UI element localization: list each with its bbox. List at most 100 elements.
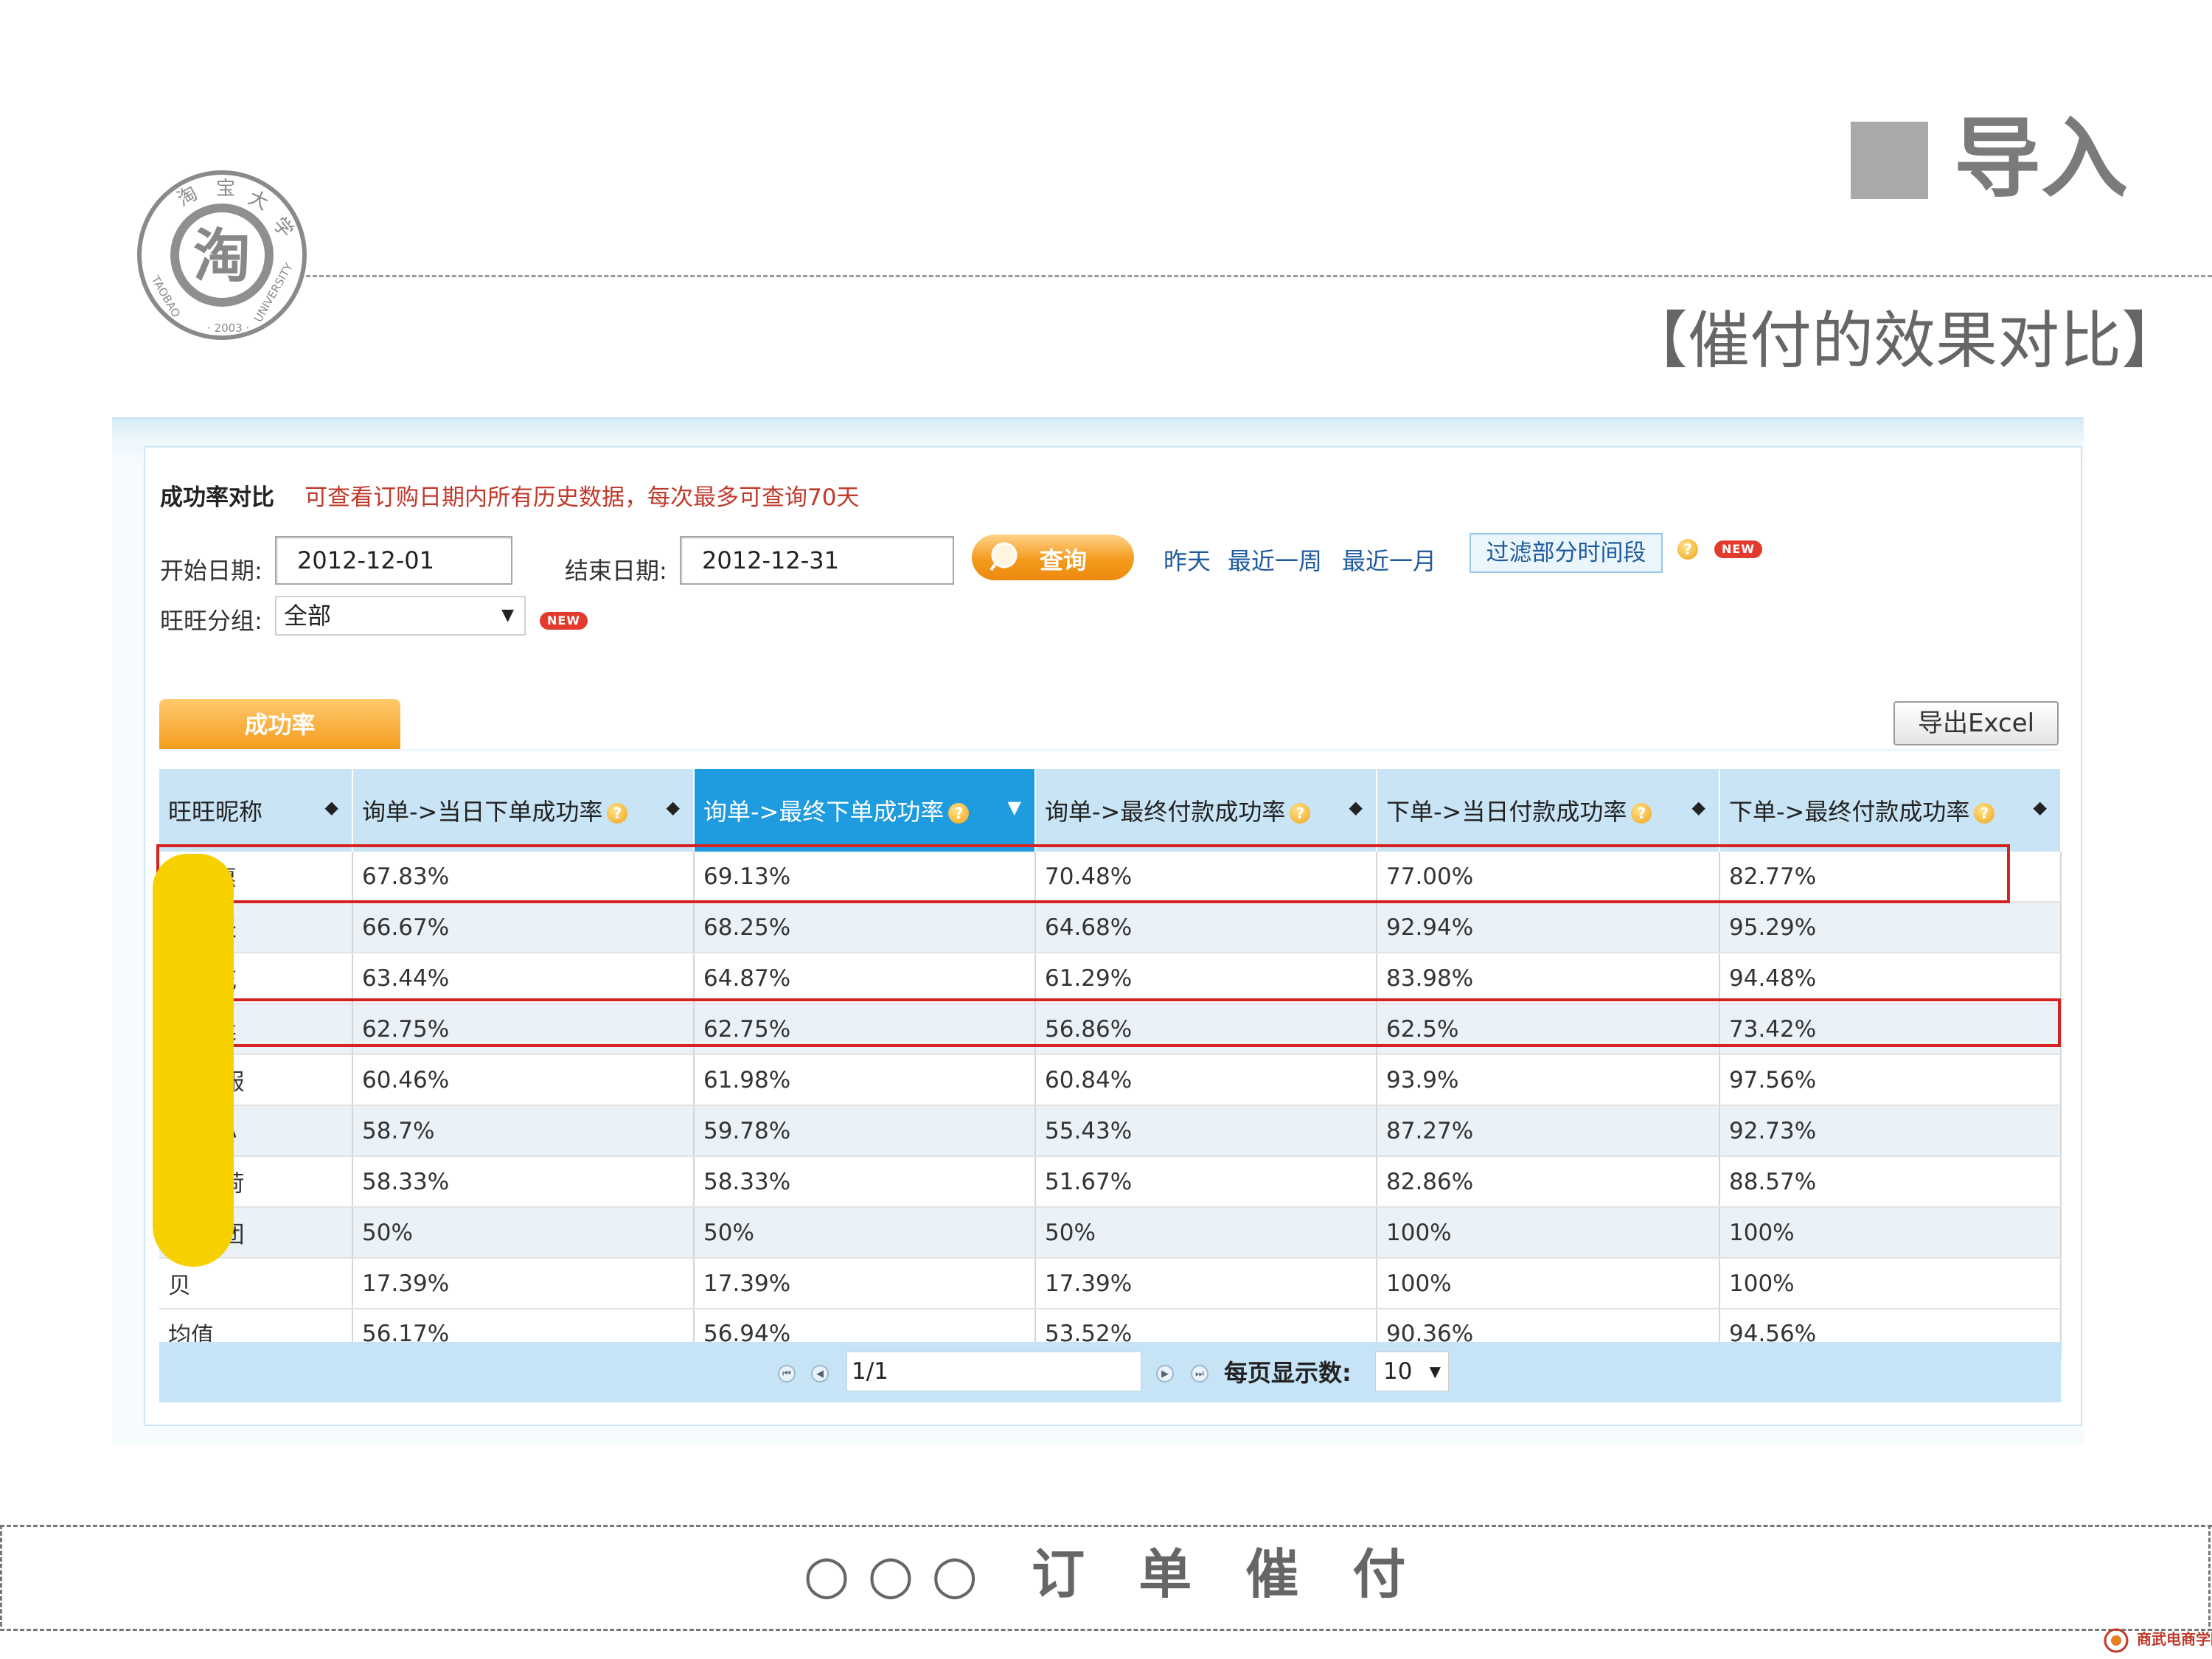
rate-cell: 17.39% bbox=[694, 1258, 1036, 1310]
rate-cell: 50% bbox=[352, 1207, 695, 1259]
rate-cell: 55.43% bbox=[1035, 1105, 1377, 1157]
rate-cell: 64.68% bbox=[1035, 902, 1377, 953]
rate-cell: 50% bbox=[694, 1207, 1036, 1259]
table-header-row: 旺旺昵称 ◆ 询单->当日下单成功率? ◆ 询单->最终下单成功率? ▼ 询单->最终… bbox=[159, 769, 2062, 852]
rate-cell: 64.87% bbox=[694, 953, 1036, 1004]
column-header[interactable]: 下单->最终付款成功率? ◆ bbox=[1719, 769, 2062, 852]
corner-logo-text: 商武电商学院 bbox=[2137, 1630, 2212, 1648]
per-page-value: 10 bbox=[1383, 1358, 1413, 1385]
rate-cell: 100% bbox=[1719, 1258, 2062, 1310]
help-icon[interactable]: ? bbox=[1290, 803, 1311, 824]
rate-cell: 88.57% bbox=[1719, 1156, 2062, 1208]
rate-cell: 100% bbox=[1719, 1207, 2062, 1259]
table-row: 贝:雨荷58.33%58.33%51.67%82.86%88.57% bbox=[159, 1156, 2062, 1208]
footer-border-left bbox=[0, 1525, 2, 1627]
wangwang-group-label: 旺旺分组: bbox=[160, 607, 262, 635]
panel-heading: 成功率对比 bbox=[160, 484, 274, 511]
export-excel-button[interactable]: 导出Excel bbox=[1893, 701, 2059, 745]
table-row: 贝:团团50%50%50%100%100% bbox=[159, 1207, 2062, 1259]
quick-link-last-week[interactable]: 最近一周 bbox=[1228, 546, 1322, 576]
sort-icon[interactable]: ◆ bbox=[1349, 797, 1363, 818]
rate-cell: 68.25% bbox=[694, 902, 1036, 953]
highlight-box-row-1 bbox=[156, 844, 2010, 903]
prev-page-icon[interactable]: ◀ bbox=[811, 1365, 829, 1382]
help-icon[interactable]: ? bbox=[1974, 803, 1995, 824]
sort-icon[interactable]: ◆ bbox=[325, 797, 338, 818]
rate-cell: 17.39% bbox=[1035, 1258, 1377, 1310]
university-logo-seal: 淘 淘 宝 大 学 TAOBAO · 2003 · UNIVERSITY bbox=[137, 170, 307, 340]
search-button[interactable]: 查询 bbox=[972, 535, 1134, 580]
column-header-active[interactable]: 询单->最终下单成功率? ▼ bbox=[694, 769, 1036, 852]
rate-cell: 100% bbox=[1377, 1207, 1720, 1259]
rate-cell: 60.46% bbox=[352, 1054, 695, 1106]
table-row: 贝 17.39% 17.39% 17.39% 100% 100% bbox=[159, 1258, 2062, 1310]
column-header[interactable]: 询单->最终付款成功率? ◆ bbox=[1035, 769, 1377, 852]
rate-cell: 97.56% bbox=[1719, 1054, 2062, 1106]
end-date-label: 结束日期: bbox=[565, 557, 667, 585]
column-header[interactable]: 下单->当日付款成功率? ◆ bbox=[1377, 769, 1720, 852]
first-page-icon[interactable]: ⏮ bbox=[778, 1365, 796, 1382]
quick-link-yesterday[interactable]: 昨天 bbox=[1164, 546, 1211, 576]
column-header[interactable]: 询单->当日下单成功率? ◆ bbox=[352, 769, 695, 852]
filter-time-range-button[interactable]: 过滤部分时间段 bbox=[1470, 533, 1663, 573]
sort-icon[interactable]: ◆ bbox=[667, 797, 680, 818]
column-header[interactable]: 旺旺昵称 ◆ bbox=[159, 769, 353, 852]
help-icon[interactable]: ? bbox=[948, 803, 970, 824]
page-number-input[interactable]: 1/1 bbox=[846, 1352, 1141, 1391]
end-date-input[interactable]: 2012-12-31 bbox=[680, 536, 954, 585]
svg-text:淘: 淘 bbox=[193, 223, 251, 290]
rate-cell: 93.9% bbox=[1377, 1054, 1720, 1106]
rate-cell: 17.39% bbox=[352, 1258, 695, 1310]
rate-cell: 58.33% bbox=[352, 1156, 695, 1208]
start-date-input[interactable]: 2012-12-01 bbox=[275, 536, 512, 585]
sort-desc-icon[interactable]: ▼ bbox=[1008, 797, 1021, 818]
help-icon[interactable]: ? bbox=[607, 803, 628, 824]
redaction-mark bbox=[153, 854, 234, 1267]
tab-underline bbox=[159, 749, 2060, 751]
help-icon[interactable]: ? bbox=[1631, 803, 1652, 824]
footer-title: ○○○ 订 单 催 付 bbox=[803, 1543, 1424, 1605]
last-page-icon[interactable]: ⏭ bbox=[1191, 1365, 1208, 1382]
title-square-marker bbox=[1851, 122, 1928, 199]
wangwang-group-select[interactable]: 全部 ▼ bbox=[275, 596, 526, 636]
svg-text:大: 大 bbox=[245, 187, 271, 215]
sort-icon[interactable]: ◆ bbox=[1692, 797, 1705, 818]
help-icon[interactable]: ? bbox=[1677, 539, 1698, 560]
panel-notice: 可查看订购日期内所有历史数据，每次最多可查询70天 bbox=[305, 484, 860, 511]
rate-cell: 94.48% bbox=[1719, 953, 2062, 1004]
start-date-label: 开始日期: bbox=[160, 557, 262, 585]
new-badge-group: NEW bbox=[540, 612, 588, 630]
rate-cell: 83.98% bbox=[1377, 953, 1720, 1004]
rate-cell: 58.33% bbox=[694, 1156, 1036, 1208]
quick-link-last-month[interactable]: 最近一月 bbox=[1342, 546, 1436, 576]
header-divider bbox=[306, 275, 2212, 277]
slide-subtitle: 【催付的效果对比】 bbox=[1626, 305, 2184, 377]
tab-success-rate[interactable]: 成功率 bbox=[159, 699, 400, 751]
rate-cell: 92.73% bbox=[1719, 1105, 2062, 1157]
next-page-icon[interactable]: ▶ bbox=[1156, 1365, 1174, 1382]
rate-cell: 63.44% bbox=[352, 953, 695, 1004]
magnifier-icon bbox=[990, 542, 1018, 571]
table-row: 贝小米66.67%68.25%64.68%92.94%95.29% bbox=[159, 902, 2062, 953]
rate-cell: 95.29% bbox=[1719, 902, 2062, 953]
rate-cell: 66.67% bbox=[352, 902, 695, 953]
svg-text:· 2003 ·: · 2003 · bbox=[207, 321, 249, 335]
per-page-label: 每页显示数: bbox=[1224, 1359, 1352, 1387]
dropdown-arrow-icon: ▼ bbox=[501, 606, 514, 625]
rate-cell: 61.98% bbox=[694, 1054, 1036, 1106]
highlight-box-row-4 bbox=[156, 998, 2061, 1047]
rate-cell: 100% bbox=[1377, 1258, 1720, 1310]
rate-cell: 50% bbox=[1035, 1207, 1377, 1259]
rate-cell: 82.86% bbox=[1377, 1156, 1720, 1208]
dropdown-arrow-icon: ▼ bbox=[1429, 1363, 1441, 1380]
sort-icon[interactable]: ◆ bbox=[2034, 797, 2047, 818]
table-row: 贝:客服60.46%61.98%60.84%93.9%97.56% bbox=[159, 1054, 2062, 1106]
table-row: 贝小小58.7%59.78%55.43%87.27%92.73% bbox=[159, 1105, 2062, 1157]
table-row: 贝小花63.44%64.87%61.29%83.98%94.48% bbox=[159, 953, 2062, 1004]
svg-text:宝: 宝 bbox=[216, 178, 235, 200]
corner-logo-icon bbox=[2104, 1628, 2129, 1653]
rate-cell: 58.7% bbox=[352, 1105, 695, 1157]
rate-cell: 60.84% bbox=[1035, 1054, 1377, 1106]
rate-cell: 87.27% bbox=[1377, 1105, 1720, 1157]
per-page-select[interactable]: 10 ▼ bbox=[1375, 1352, 1449, 1391]
